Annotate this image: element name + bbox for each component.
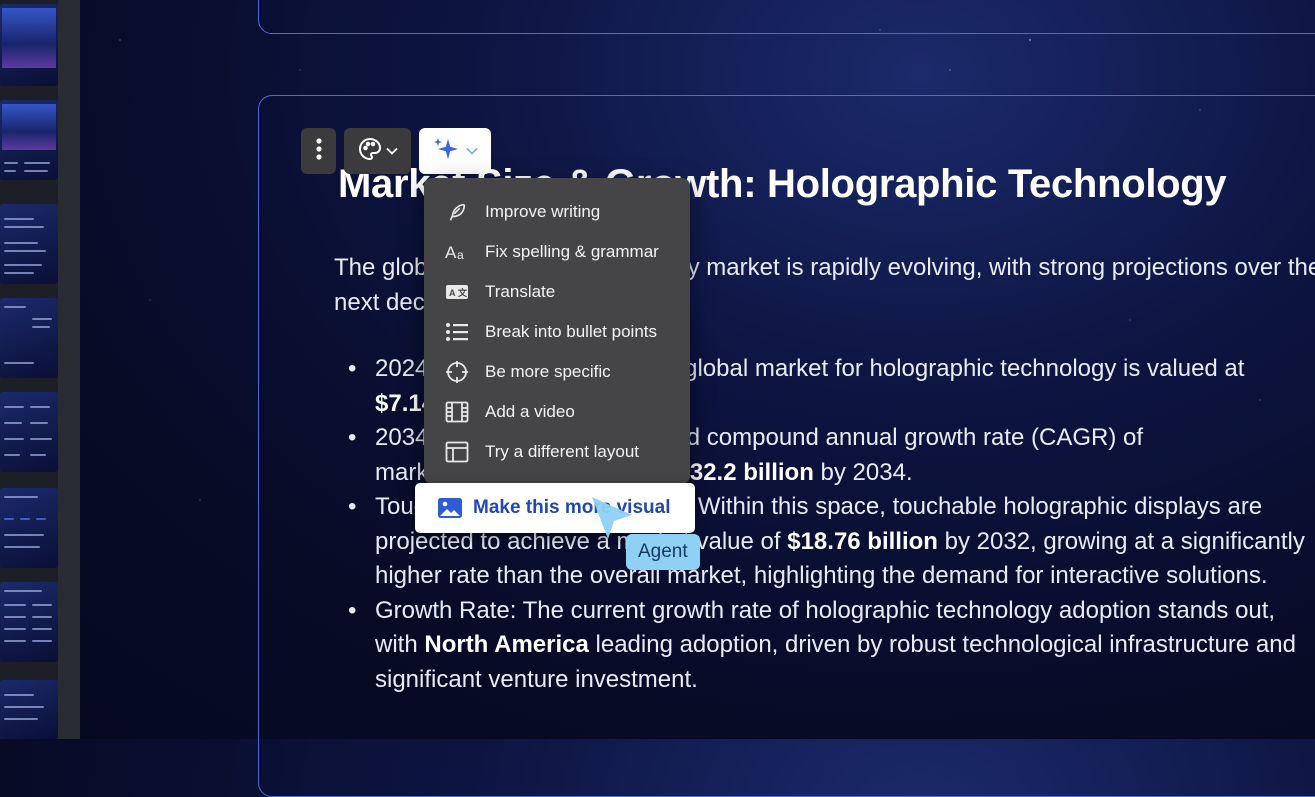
svg-text:a: a <box>457 248 464 262</box>
previous-slide-card <box>258 0 1315 34</box>
more-options-button[interactable] <box>301 128 336 174</box>
theme-button[interactable] <box>344 128 411 174</box>
menu-item-label: Make this more visual <box>473 497 671 518</box>
slide-thumbnail-8[interactable] <box>0 680 58 739</box>
chevron-down-icon <box>385 142 398 160</box>
translate-icon: A文 <box>445 280 469 304</box>
vertical-dots-icon <box>315 137 323 166</box>
menu-item-label: Break into bullet points <box>485 322 657 341</box>
menu-item-improve-writing[interactable]: Improve writing <box>424 192 690 232</box>
image-icon <box>437 496 463 520</box>
ai-edit-button[interactable] <box>419 128 491 174</box>
slide-thumbnail-1[interactable] <box>0 4 58 86</box>
slide-thumbnail-4[interactable] <box>0 298 58 378</box>
bullet-line: Growth Rate: The current growth rate of … <box>375 596 1276 624</box>
film-icon <box>445 400 469 424</box>
menu-item-label: Improve writing <box>485 202 601 221</box>
menu-item-label: Translate <box>485 282 556 301</box>
ai-actions-menu: Improve writing Aa Fix spelling & gramma… <box>424 178 690 484</box>
agent-tag: Agent <box>626 534 700 570</box>
menu-item-label: Be more specific <box>485 362 611 381</box>
bullet-line: significant venture investment. <box>375 665 698 693</box>
chevron-down-icon <box>466 142 478 160</box>
slide-thumbnail-6[interactable] <box>0 488 58 568</box>
bullet-line: higher rate than the overall market, hig… <box>375 562 1268 589</box>
feather-icon <box>445 200 469 224</box>
menu-item-different-layout[interactable]: Try a different layout <box>424 432 690 472</box>
slide-thumbnail-7[interactable] <box>0 582 58 662</box>
menu-item-label: Try a different layout <box>485 442 640 461</box>
thumbnail-gutter <box>58 0 80 739</box>
svg-text:A: A <box>445 243 457 262</box>
menu-item-make-more-visual[interactable]: Make this more visual <box>415 483 695 533</box>
menu-item-fix-spelling[interactable]: Aa Fix spelling & grammar <box>424 232 690 272</box>
bold-figure: $32.2 billion <box>676 458 814 486</box>
slide-thumbnail-2[interactable] <box>0 100 58 180</box>
sparkles-icon <box>432 136 462 167</box>
slide-thumbnail-3[interactable] <box>0 204 58 284</box>
menu-item-label: Add a video <box>485 402 575 421</box>
bold-figure: North America <box>424 631 589 658</box>
menu-item-more-specific[interactable]: Be more specific <box>424 352 690 392</box>
bullet-item[interactable]: Growth Rate: The current growth rate of … <box>348 594 1315 698</box>
slide-thumbnail-5[interactable] <box>0 392 58 472</box>
crosshair-icon <box>445 360 469 384</box>
menu-item-label: Fix spelling & grammar <box>485 242 659 261</box>
menu-item-add-video[interactable]: Add a video <box>424 392 690 432</box>
svg-text:文: 文 <box>457 287 468 298</box>
layout-icon <box>445 440 469 464</box>
palette-icon <box>358 137 382 166</box>
menu-item-bullet-points[interactable]: Break into bullet points <box>424 312 690 352</box>
bullet-list-icon <box>445 320 469 344</box>
menu-item-translate[interactable]: A文 Translate <box>424 272 690 312</box>
bullet-line: with North America leading adoption, dri… <box>375 631 1296 658</box>
bold-figure: $18.76 billion <box>787 527 938 555</box>
svg-text:A: A <box>449 288 456 298</box>
spellcheck-icon: Aa <box>445 240 469 264</box>
